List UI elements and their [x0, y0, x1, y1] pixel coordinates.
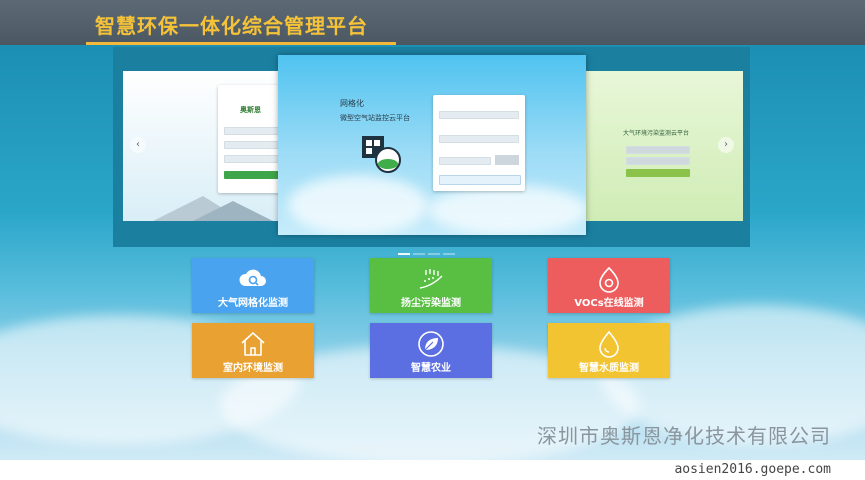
house-icon — [241, 332, 265, 356]
captcha-image — [495, 155, 519, 165]
tile-vocs-monitoring[interactable]: VOCs在线监测 — [548, 258, 670, 313]
slide-center-title-2: 微型空气站监控云平台 — [340, 114, 410, 122]
main-stage: 奥斯恩 大气环境污染监测云平台 网格化 微型空气站监控云平台 ‹ › 大气网格化… — [0, 45, 865, 460]
carousel-dot[interactable] — [413, 253, 425, 255]
top-bar: 智慧环保一体化综合管理平台 — [0, 0, 865, 45]
dust-icon — [419, 269, 443, 289]
tile-label: 智慧水质监测 — [579, 363, 639, 374]
tile-label: 室内环境监测 — [223, 363, 283, 374]
leaf-icon — [418, 331, 444, 357]
page-title: 智慧环保一体化综合管理平台 — [95, 14, 368, 38]
site-url: aosien2016.goepe.com — [674, 462, 831, 477]
tile-label: 扬尘污染监测 — [401, 298, 461, 309]
tile-indoor-monitoring[interactable]: 室内环境监测 — [192, 323, 314, 378]
carousel-dot[interactable] — [428, 253, 440, 255]
carousel-dot[interactable] — [398, 253, 410, 255]
cloud-search-icon — [239, 269, 266, 286]
tile-label: VOCs在线监测 — [574, 298, 644, 309]
tile-smart-agriculture[interactable]: 智慧农业 — [370, 323, 492, 378]
mountain-decoration — [153, 196, 273, 221]
brand-label: 奥斯恩 — [240, 106, 261, 114]
tile-label: 智慧农业 — [411, 363, 451, 374]
tile-water-quality[interactable]: 智慧水质监测 — [548, 323, 670, 378]
login-card-preview — [433, 95, 525, 191]
screenshot-carousel[interactable]: 奥斯恩 大气环境污染监测云平台 网格化 微型空气站监控云平台 ‹ › — [113, 47, 750, 255]
slide-center-title-1: 网格化 — [340, 99, 364, 108]
water-drop-icon — [599, 330, 619, 358]
carousel-indicators — [398, 240, 458, 259]
platform-logo-icon — [362, 136, 401, 173]
slide-right-title: 大气环境污染监测云平台 — [623, 130, 690, 137]
carousel-prev-arrow[interactable]: ‹ — [130, 137, 146, 153]
tile-label: 大气网格化监测 — [218, 298, 288, 309]
footer-bar: aosien2016.goepe.com — [0, 460, 865, 480]
voc-drop-icon — [599, 266, 619, 293]
company-watermark: 深圳市奥斯恩净化技术有限公司 — [537, 424, 831, 448]
carousel-dot[interactable] — [443, 253, 455, 255]
carousel-next-arrow[interactable]: › — [718, 137, 734, 153]
carousel-slide-left[interactable]: 奥斯恩 — [123, 71, 288, 221]
cloud-decoration — [428, 185, 586, 235]
tile-dust-monitoring[interactable]: 扬尘污染监测 — [370, 258, 492, 313]
cloud-decoration — [288, 175, 428, 235]
tile-air-grid-monitoring[interactable]: 大气网格化监测 — [192, 258, 314, 313]
carousel-slide-center[interactable]: 网格化 微型空气站监控云平台 — [278, 55, 586, 235]
